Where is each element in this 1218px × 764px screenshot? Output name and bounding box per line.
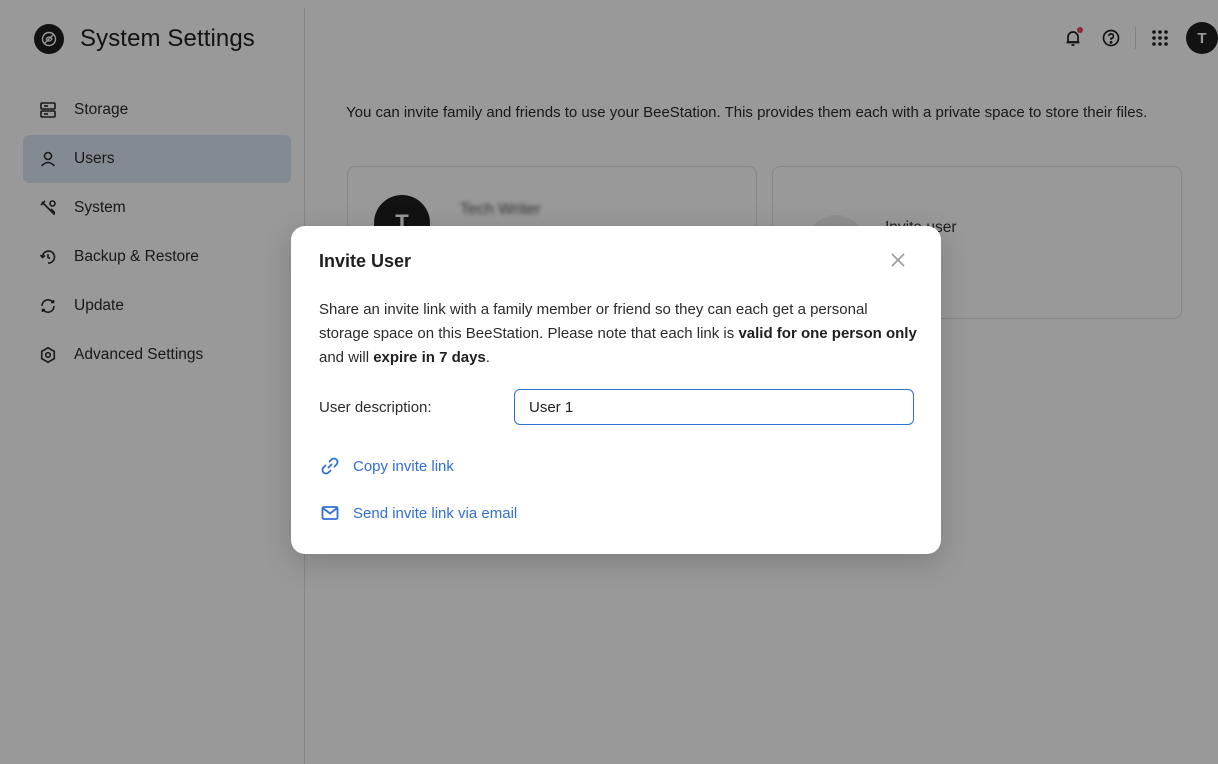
dialog-title: Invite User — [319, 251, 412, 271]
invite-user-dialog: Invite User Share an invite link with a … — [291, 226, 941, 554]
user-description-row: User description: — [319, 389, 915, 425]
send-invite-email-button[interactable]: Send invite link via email — [319, 502, 517, 524]
copy-invite-link-label: Copy invite link — [353, 457, 454, 475]
dialog-description: Share an invite link with a family membe… — [319, 298, 919, 370]
close-icon[interactable] — [888, 250, 908, 270]
dialog-description-text: . — [485, 349, 490, 366]
user-description-input[interactable] — [514, 389, 914, 425]
dialog-description-bold-valid: valid for one person only — [738, 325, 917, 342]
copy-invite-link-button[interactable]: Copy invite link — [319, 455, 454, 477]
dialog-description-text: and will — [319, 349, 374, 366]
user-description-label: User description: — [319, 398, 432, 416]
mail-icon — [319, 502, 341, 524]
dialog-description-bold-expire: expire in 7 days — [373, 349, 486, 366]
link-icon — [319, 455, 341, 477]
send-invite-email-label: Send invite link via email — [353, 504, 518, 522]
